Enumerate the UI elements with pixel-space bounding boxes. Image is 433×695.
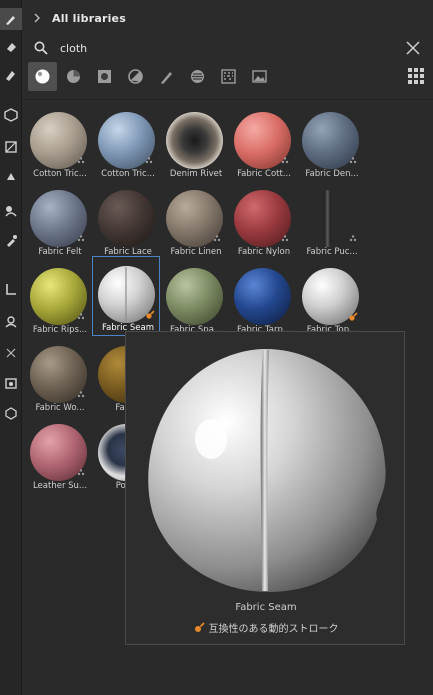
preview-description-text: 互換性のある動的ストローク [208,624,339,635]
material-label: Fabric Lace [104,247,152,257]
material-picker-tool-icon[interactable] [0,402,22,424]
material-preview-sphere [324,190,331,247]
preview-material-description: 互換性のある動的ストローク [126,620,406,635]
material-label: Fabric Felt [38,247,82,257]
smart-material-badge-icon [77,469,85,476]
grunge-filter-icon[interactable] [214,62,243,91]
smart-material-badge-icon [213,235,221,242]
dynamic-stroke-badge-icon [349,312,358,321]
material-label: Cotton Tric... [33,169,87,179]
smart-mask-filter-icon[interactable] [90,62,119,91]
material-preview-sphere [98,190,155,247]
search-icon [22,41,60,55]
search-input[interactable] [60,41,380,55]
polygon-fill-tool-icon[interactable] [0,136,22,158]
paint-brush-tool-icon[interactable] [0,8,22,30]
material-thumbnail[interactable]: Fabric Rips... [25,262,91,338]
search-bar [22,36,433,60]
material-thumbnail[interactable]: Fabric Lace [93,184,159,260]
smart-material-badge-icon [77,391,85,398]
material-thumbnail[interactable]: Cotton Tric... [93,106,159,182]
material-label: Fabric Linen [170,247,222,257]
filter-bar [22,60,433,92]
material-preview-sphere [166,112,223,169]
material-thumbnail[interactable]: Fabric Tarp... [229,262,295,338]
bake-tool-icon[interactable] [0,310,22,332]
smart-material-badge-icon [281,157,289,164]
material-thumbnail[interactable]: Fabric Cott... [229,106,295,182]
clone-tool-icon[interactable] [0,200,22,222]
dynamic-stroke-icon [194,622,205,632]
material-thumbnail[interactable]: Fabric Wo... [25,340,91,416]
library-header[interactable]: All libraries [22,0,433,36]
material-thumbnail[interactable]: Fabric Nylon [229,184,295,260]
material-preview-sphere [166,268,223,325]
material-thumbnail[interactable]: Fabric Felt [25,184,91,260]
library-title: All libraries [52,11,126,25]
smart-material-badge-icon [349,235,357,242]
color-picker-tool-icon[interactable] [0,230,22,252]
smart-material-badge-icon [77,313,85,320]
brush-filter-icon[interactable] [152,62,181,91]
geometry-mask-tool-icon[interactable] [0,104,22,126]
material-label: Fabric Wo... [35,403,85,413]
smudge-tool-icon[interactable] [0,166,22,188]
material-thumbnail[interactable]: Fabric Spa... [161,262,227,338]
material-thumbnail-selected[interactable]: Fabric Seam [92,256,160,336]
smart-material-badge-icon [281,235,289,242]
camera-tool-icon[interactable] [0,372,22,394]
tool-strip [0,0,22,695]
preview-material-name: Fabric Seam [235,602,297,613]
measure-tool-icon[interactable] [0,342,22,364]
clear-search-icon[interactable] [403,38,423,58]
material-preview-sphere [234,268,291,325]
smart-material-badge-icon [77,157,85,164]
material-label: Fabric Den... [305,169,359,179]
chevron-right-icon[interactable] [22,13,52,23]
material-thumbnail[interactable]: Fabric Den... [297,106,363,182]
eraser-tool-icon[interactable] [0,36,22,58]
material-preview-large [148,349,386,592]
material-thumbnail[interactable]: Denim Rivet [161,106,227,182]
material-preview-tooltip: Fabric Seam 互換性のある動的ストローク [125,331,405,645]
dynamic-stroke-badge-icon [146,310,155,319]
material-thumbnail[interactable]: Cotton Tric... [25,106,91,182]
material-label: Fabric Puc... [306,247,358,257]
material-label: Fabric Cott... [237,169,291,179]
smart-material-badge-icon [349,157,357,164]
material-label: Cotton Tric... [101,169,155,179]
smart-material-badge-icon [77,235,85,242]
material-label: Fabric Nylon [237,247,291,257]
material-label: Fabric Rips... [32,325,88,335]
material-thumbnail[interactable]: Fabric Top... [297,262,363,338]
smart-material-filter-icon[interactable] [59,62,88,91]
alpha-filter-icon[interactable] [183,62,212,91]
material-filter-icon[interactable] [28,61,57,91]
transform-tool-icon[interactable] [0,278,22,300]
assets-panel: All libraries cloth Cotton Tric... Cotto… [22,0,433,695]
environment-filter-icon[interactable] [245,62,274,91]
generator-filter-icon[interactable] [121,62,150,91]
smart-material-badge-icon [145,157,153,164]
grid-view-icon[interactable] [407,67,425,85]
material-thumbnail[interactable]: Fabric Linen [161,184,227,260]
material-label: Denim Rivet [169,169,223,179]
material-label: Leather Su... [32,481,88,491]
material-thumbnail[interactable]: Leather Su... [25,418,91,494]
material-thumbnail[interactable]: Fabric Puc... [297,184,363,260]
seam-line [125,267,127,322]
projection-tool-icon[interactable] [0,64,22,86]
